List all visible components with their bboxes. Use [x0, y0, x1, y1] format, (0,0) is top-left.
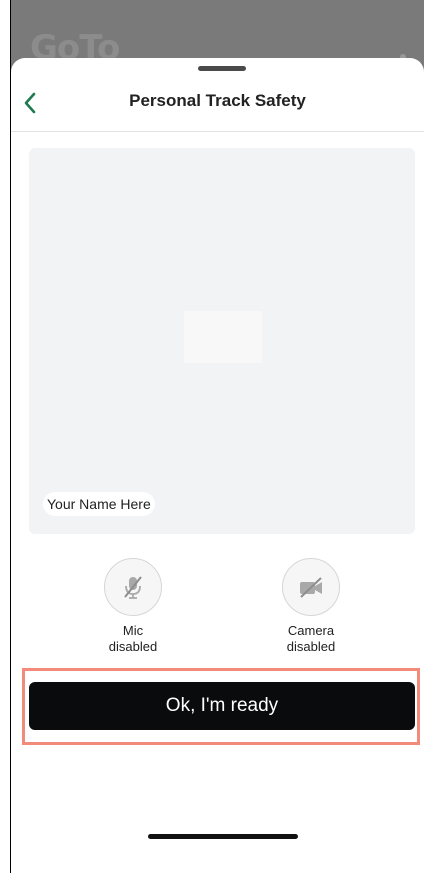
video-preview: Your Name Here: [29, 148, 415, 534]
video-placeholder: [184, 311, 262, 363]
home-indicator: [148, 834, 298, 839]
participant-name-label: Your Name Here: [43, 492, 155, 516]
camera-button[interactable]: [282, 558, 340, 616]
header-divider: [11, 131, 424, 132]
sheet-grabber[interactable]: [198, 66, 246, 71]
camera-status-label: Camera disabled: [286, 623, 336, 654]
camera-off-icon: [300, 577, 322, 598]
mic-button[interactable]: [104, 558, 162, 616]
mic-toggle[interactable]: Mic disabled: [73, 558, 193, 655]
mic-off-icon: [124, 576, 142, 599]
page-title: Personal Track Safety: [129, 91, 306, 110]
highlight-box: [22, 668, 420, 745]
camera-toggle[interactable]: Camera disabled: [251, 558, 371, 655]
mic-status-label: Mic disabled: [108, 623, 158, 654]
bottom-sheet: Personal Track Safety Your Name Here Mic…: [11, 58, 424, 873]
